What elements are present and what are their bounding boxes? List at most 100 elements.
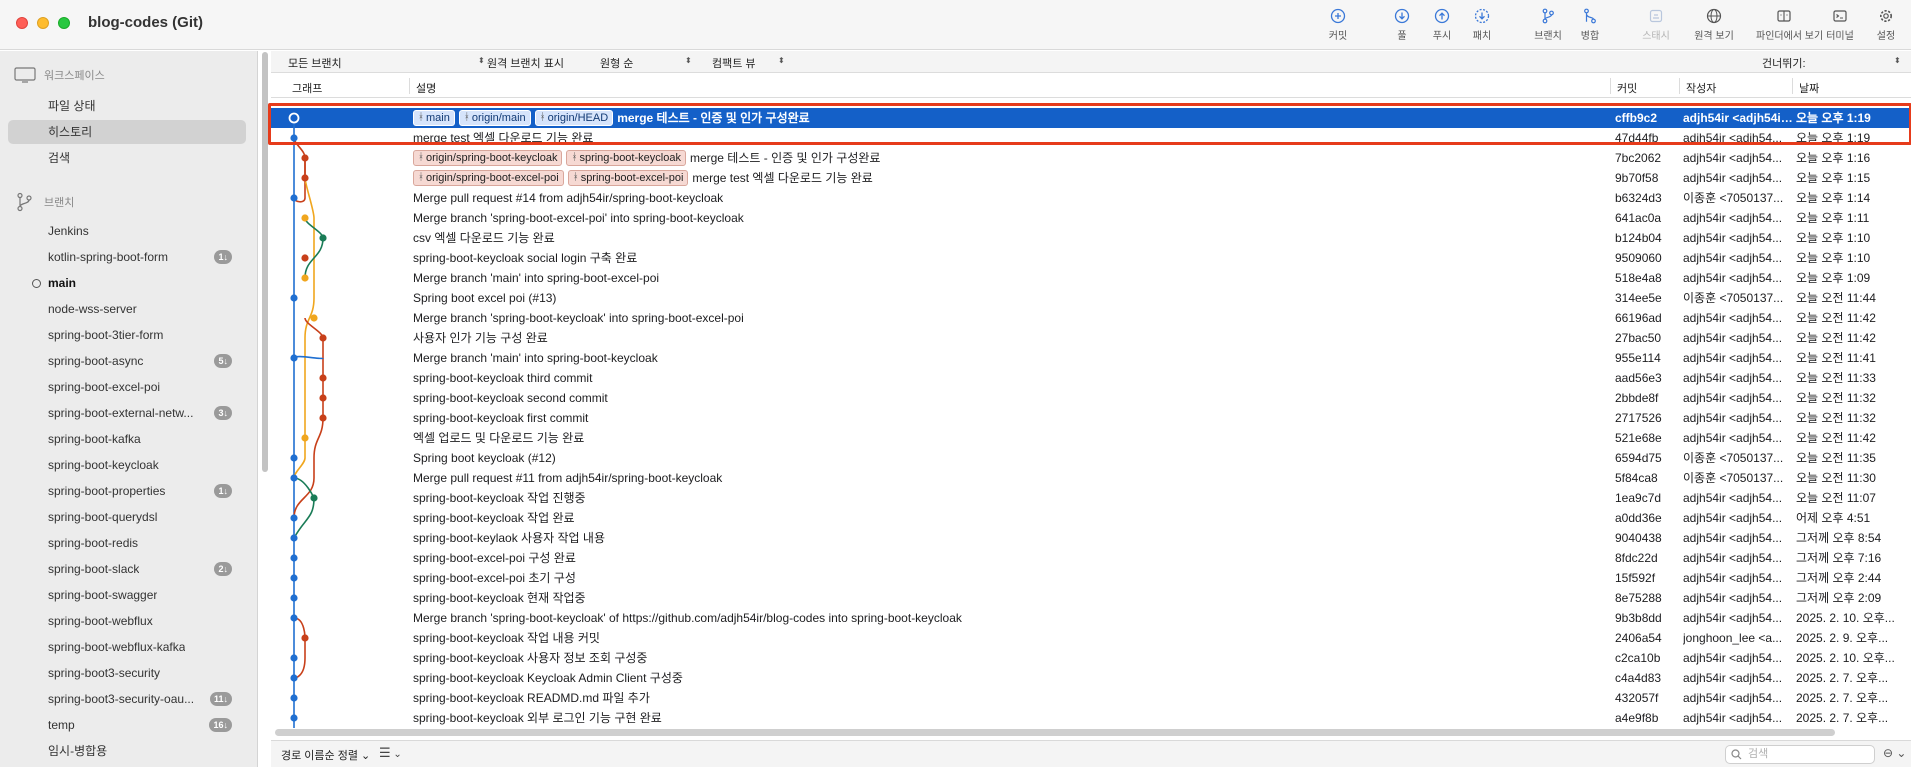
commit-node[interactable] — [290, 694, 298, 702]
commit-node[interactable] — [288, 112, 300, 124]
sidebar-branch-item[interactable]: spring-boot-properties 1↓ — [8, 478, 246, 504]
commit-node[interactable] — [319, 234, 327, 242]
branch-tag[interactable]: ᚼ origin/spring-boot-excel-poi — [413, 170, 564, 186]
commit-row[interactable]: spring-boot-keycloak social login 구축 완료 9… — [271, 248, 1911, 268]
commit-node[interactable] — [290, 554, 298, 562]
commit-node[interactable] — [290, 354, 298, 362]
branch-filter-select[interactable]: 모든 브랜치 ⬍ — [288, 55, 485, 71]
commit-row[interactable]: Merge pull request #14 from adjh54ir/spr… — [271, 188, 1911, 208]
maximize-window-button[interactable] — [58, 17, 70, 29]
commit-row[interactable]: spring-boot-keycloak 현재 작업중 8e75288 adjh54… — [271, 588, 1911, 608]
commit-row[interactable]: Merge branch 'main' into spring-boot-exc… — [271, 268, 1911, 288]
commit-node[interactable] — [319, 394, 327, 402]
list-view-options-button[interactable]: ☰ ⌄ — [379, 745, 402, 761]
commit-row[interactable]: 사용자 인가 기능 구성 완료 27bac50 adjh54ir <adjh54..… — [271, 328, 1911, 348]
commit-row[interactable]: spring-boot-keycloak third commit aad56e3… — [271, 368, 1911, 388]
sidebar-branch-item[interactable]: spring-boot-excel-poi — [8, 374, 246, 400]
sidebar-branch-item[interactable]: 임시-병합용 — [8, 738, 246, 764]
commit-row[interactable]: 엑셀 업로드 및 다운로드 기능 완료 521e68e adjh54ir <adjh… — [271, 428, 1911, 448]
sort-by-path-select[interactable]: 경로 이름순 정렬 ⌄ — [281, 747, 370, 763]
commit-node[interactable] — [290, 674, 298, 682]
commit-row[interactable]: Merge branch 'spring-boot-excel-poi' int… — [271, 208, 1911, 228]
commit-row[interactable]: Spring boot excel poi (#13) 314ee5e 이종훈 <7… — [271, 288, 1911, 308]
settings-button[interactable]: 설정 — [1866, 8, 1906, 42]
terminal-button[interactable]: 터미널 — [1818, 8, 1862, 42]
column-date[interactable]: 날짜 — [1799, 80, 1819, 96]
sidebar-branch-item[interactable]: node-wss-server — [8, 296, 246, 322]
commit-node[interactable] — [290, 614, 298, 622]
commit-row[interactable]: spring-boot-keycloak READMD.md 파일 추가 4320… — [271, 688, 1911, 708]
commit-node[interactable] — [290, 534, 298, 542]
branch-tag[interactable]: ᚼ main — [413, 110, 455, 126]
fetch-button[interactable]: 패치 — [1454, 8, 1510, 42]
commit-node[interactable] — [301, 214, 309, 222]
sidebar-branch-item[interactable]: spring-boot-webflux-kafka — [8, 634, 246, 660]
horizontal-scrollbar[interactable] — [275, 729, 1835, 736]
minimize-window-button[interactable] — [37, 17, 49, 29]
column-author[interactable]: 작성자 — [1686, 80, 1716, 96]
branch-tag[interactable]: ᚼ spring-boot-excel-poi — [567, 170, 689, 186]
compact-view-select[interactable]: 컴팩트 뷰 ⬍ — [712, 55, 792, 71]
commit-row[interactable]: csv 엑셀 다운로드 기능 완료 b124b04 adjh54ir <adjh54… — [271, 228, 1911, 248]
branch-tag[interactable]: ᚼ spring-boot-keycloak — [566, 150, 686, 166]
sidebar-branch-item[interactable]: Jenkins — [8, 218, 246, 244]
commit-node[interactable] — [290, 714, 298, 722]
merge-button[interactable]: 병합 — [1562, 8, 1618, 42]
column-commit[interactable]: 커밋 — [1617, 80, 1637, 96]
commit-node[interactable] — [290, 594, 298, 602]
commit-row[interactable]: spring-boot-excel-poi 초기 구성 15f592f adjh54… — [271, 568, 1911, 588]
commit-row[interactable]: spring-boot-keycloak 외부 로그인 기능 구현 완료 a4e9… — [271, 708, 1911, 728]
commit-row[interactable]: Spring boot keycloak (#12) 6594d75 이종훈 <70… — [271, 448, 1911, 468]
stash-button[interactable]: 스태시 — [1628, 8, 1684, 42]
sidebar-item-search[interactable]: 검색 — [8, 146, 246, 170]
commit-row[interactable]: merge test 엑셀 다운로드 기능 완료 47d44fb adjh54ir … — [271, 128, 1911, 148]
skip-select[interactable]: 건너뛰기: ⬍ — [1762, 55, 1902, 71]
commit-node[interactable] — [290, 454, 298, 462]
commit-node[interactable] — [290, 514, 298, 522]
commit-row[interactable]: spring-boot-keycloak 작업 진행중 1ea9c7d adjh54… — [271, 488, 1911, 508]
commit-row[interactable]: spring-boot-keylaok 사용자 작업 내용 9040438 adjh… — [271, 528, 1911, 548]
commit-node[interactable] — [301, 434, 309, 442]
commit-node[interactable] — [290, 294, 298, 302]
commit-row[interactable]: ᚼ origin/spring-boot-keycloak ᚼ spring-boot… — [271, 148, 1911, 168]
sidebar-branch-item[interactable]: spring-boot-slack 2↓ — [8, 556, 246, 582]
branch-tag[interactable]: ᚼ origin/HEAD — [534, 110, 614, 126]
commit-button[interactable]: 커밋 — [1310, 8, 1366, 42]
commit-row[interactable]: Merge branch 'main' into spring-boot-key… — [271, 348, 1911, 368]
commit-node[interactable] — [319, 414, 327, 422]
commit-node[interactable] — [290, 194, 298, 202]
sidebar-scrollbar[interactable] — [262, 52, 268, 472]
commit-row[interactable]: Merge branch 'spring-boot-keycloak' into… — [271, 308, 1911, 328]
search-input[interactable]: 검색 — [1725, 745, 1875, 764]
commit-row[interactable]: spring-boot-keycloak 사용자 정보 조회 구성중 c2ca10… — [271, 648, 1911, 668]
commit-node[interactable] — [290, 134, 298, 142]
sidebar-item-history[interactable]: 히스토리 — [8, 120, 246, 144]
sidebar-branch-item[interactable]: main — [8, 270, 246, 296]
sidebar-branch-item[interactable]: spring-boot-keycloak — [8, 452, 246, 478]
commit-row[interactable]: ᚼ main ᚼ origin/main ᚼ origin/HEAD merge 테스트 -… — [271, 108, 1911, 128]
commit-node[interactable] — [310, 314, 318, 322]
commit-row[interactable]: spring-boot-keycloak first commit 2717526… — [271, 408, 1911, 428]
remote-branch-toggle[interactable]: 원격 브랜치 표시 — [487, 55, 564, 71]
commit-row[interactable]: spring-boot-keycloak 작업 내용 커밋 2406a54 jong… — [271, 628, 1911, 648]
commit-node[interactable] — [319, 374, 327, 382]
commit-row[interactable]: spring-boot-keycloak second commit 2bbde8… — [271, 388, 1911, 408]
commit-row[interactable]: spring-boot-excel-poi 구성 완료 8fdc22d adjh54… — [271, 548, 1911, 568]
commit-row[interactable]: ᚼ origin/spring-boot-excel-poi ᚼ spring-boo… — [271, 168, 1911, 188]
sidebar-branch-item[interactable]: spring-boot-redis — [8, 530, 246, 556]
commit-node[interactable] — [290, 574, 298, 582]
branch-tag[interactable]: ᚼ origin/spring-boot-keycloak — [413, 150, 563, 166]
sidebar-branch-item[interactable]: kotlin-spring-boot-form 1↓ — [8, 244, 246, 270]
commit-node[interactable] — [319, 334, 327, 342]
sidebar-branch-item[interactable]: spring-boot3-security-oau... 11↓ — [8, 686, 246, 712]
sidebar-branch-item[interactable]: spring-boot-querydsl — [8, 504, 246, 530]
commit-node[interactable] — [301, 634, 309, 642]
sidebar-branch-item[interactable]: spring-boot3-security — [8, 660, 246, 686]
commit-node[interactable] — [290, 474, 298, 482]
commit-node[interactable] — [301, 154, 309, 162]
column-description[interactable]: 설명 — [416, 80, 436, 96]
sidebar-item-file-status[interactable]: 파일 상태 — [8, 94, 246, 118]
commit-row[interactable]: Merge branch 'spring-boot-keycloak' of h… — [271, 608, 1911, 628]
commit-row[interactable]: spring-boot-keycloak 작업 완료 a0dd36e adjh54i… — [271, 508, 1911, 528]
sidebar-branch-item[interactable]: spring-boot-webflux — [8, 608, 246, 634]
